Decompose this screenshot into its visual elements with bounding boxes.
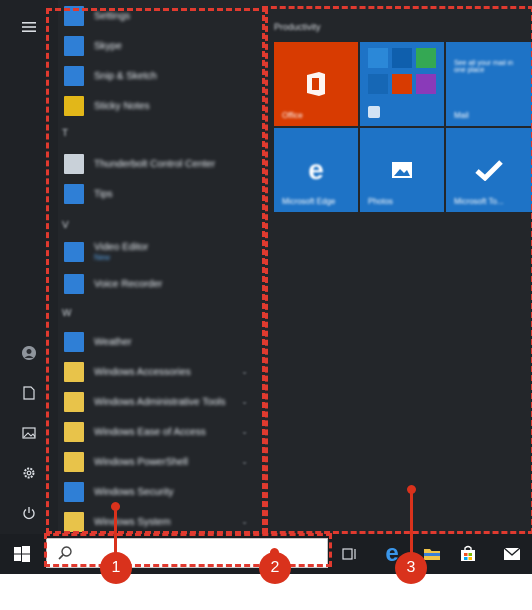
settings-gear-icon[interactable] xyxy=(16,460,42,486)
task-view-icon[interactable] xyxy=(338,542,362,566)
callout-dot-3 xyxy=(407,485,416,494)
callout-badge-1: 1 xyxy=(100,552,132,584)
store-icon[interactable] xyxy=(456,542,480,566)
windows-start-icon[interactable] xyxy=(12,544,32,564)
annotation-box-app-list xyxy=(46,8,268,534)
callout-badge-3: 3 xyxy=(395,552,427,584)
annotation-box-tiles xyxy=(262,6,532,534)
callout-leader-3 xyxy=(410,490,413,556)
mail-taskbar-icon[interactable] xyxy=(500,542,524,566)
callout-leader-1 xyxy=(114,506,117,556)
documents-icon[interactable] xyxy=(16,380,42,406)
callout-badge-2: 2 xyxy=(259,552,291,584)
hamburger-menu-icon[interactable] xyxy=(16,14,42,40)
pictures-icon[interactable] xyxy=(16,420,42,446)
power-icon[interactable] xyxy=(16,500,42,526)
user-avatar-icon[interactable] xyxy=(16,340,42,366)
callout-dot-1 xyxy=(111,502,120,511)
